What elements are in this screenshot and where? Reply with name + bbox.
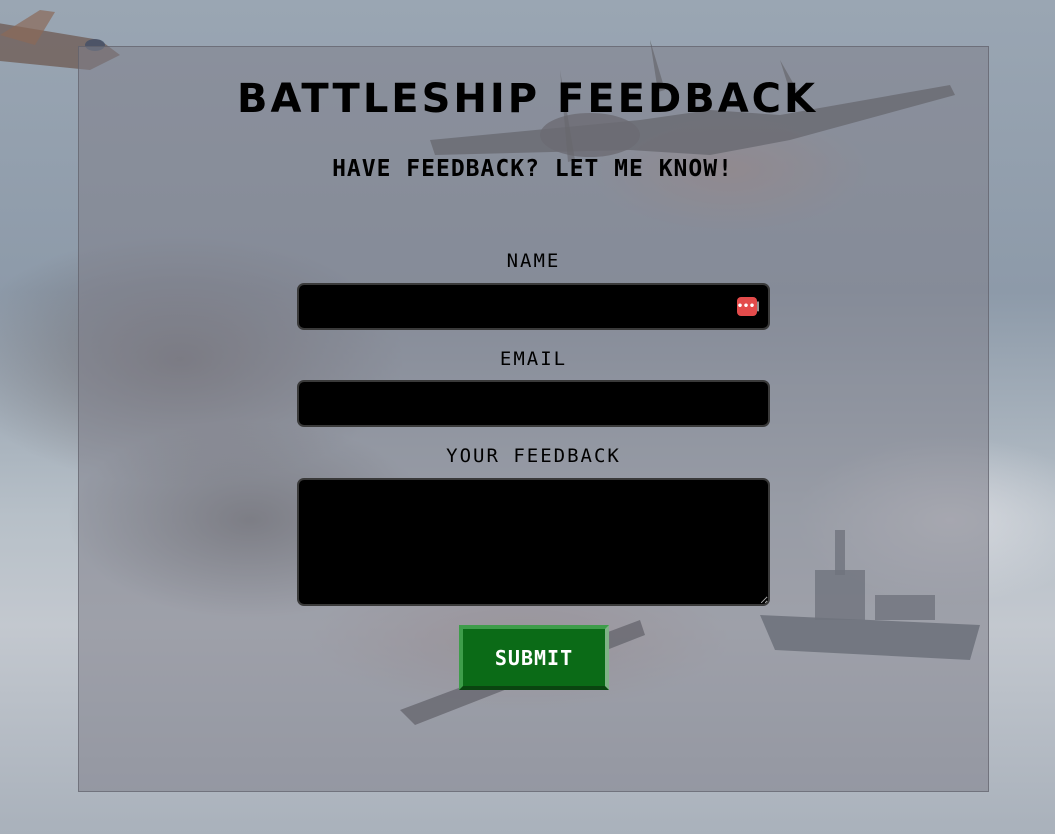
page-subtitle: HAVE FEEDBACK? LET ME KNOW! xyxy=(332,156,733,182)
email-input[interactable] xyxy=(297,380,770,427)
page-title: BATTLESHIP FEEDBACK xyxy=(236,76,819,122)
email-label: EMAIL xyxy=(499,348,568,370)
submit-button[interactable]: SUBMIT xyxy=(459,625,609,690)
name-input[interactable] xyxy=(297,283,770,330)
password-manager-icon[interactable]: •••| xyxy=(737,297,761,316)
name-label: NAME xyxy=(506,250,561,272)
feedback-textarea[interactable] xyxy=(297,478,770,606)
feedback-label: YOUR FEEDBACK xyxy=(446,445,621,467)
